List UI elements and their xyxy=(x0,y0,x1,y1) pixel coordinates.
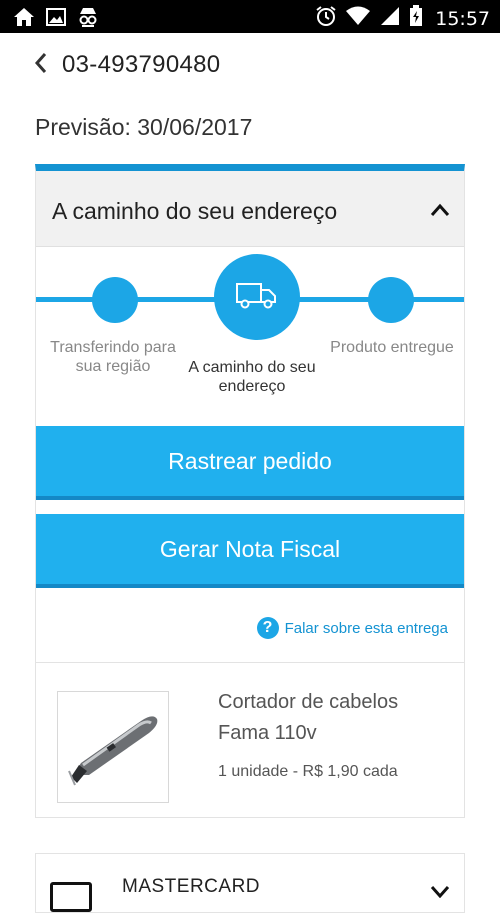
step-dot-delivered xyxy=(368,277,414,323)
status-time: 15:57 xyxy=(435,7,490,30)
track-order-button[interactable]: Rastrear pedido xyxy=(36,426,464,500)
chevron-up-icon[interactable] xyxy=(430,203,450,222)
step-label-delivered: Produto entregue xyxy=(330,339,454,356)
truck-icon xyxy=(235,280,279,315)
credit-card-icon xyxy=(50,882,92,912)
delivery-card-header[interactable]: A caminho do seu endereço xyxy=(36,171,464,247)
payment-method-label: MASTERCARD xyxy=(122,876,261,897)
divider xyxy=(36,662,464,663)
product-image[interactable] xyxy=(57,691,169,803)
step-dot-current xyxy=(214,254,300,340)
payment-card[interactable]: MASTERCARD xyxy=(35,853,465,913)
product-name: Cortador de cabelos Fama 110v xyxy=(218,691,399,744)
order-number: 03-493790480 xyxy=(62,51,221,78)
header: 03-493790480 xyxy=(34,48,220,82)
help-link[interactable]: ? Falar sobre esta entrega xyxy=(256,617,448,639)
step-label-transfer: Transferindo para sua região xyxy=(50,339,176,375)
delivery-card: A caminho do seu endereço Transferindo p… xyxy=(35,164,465,818)
home-icon xyxy=(12,6,36,33)
delivery-tracker: Transferindo para sua região A caminho d… xyxy=(36,249,464,419)
battery-icon xyxy=(409,5,423,32)
chevron-left-icon xyxy=(34,52,48,79)
question-icon: ? xyxy=(256,617,279,639)
signal-icon xyxy=(379,6,401,31)
help-link-label: Falar sobre esta entrega xyxy=(284,619,448,637)
image-icon xyxy=(46,7,66,32)
wifi-icon xyxy=(345,6,371,31)
delivery-status-title: A caminho do seu endereço xyxy=(52,198,338,224)
step-label-current: A caminho do seu endereço xyxy=(188,359,316,395)
spy-icon xyxy=(76,6,100,33)
back-button[interactable] xyxy=(34,50,58,80)
alarm-icon xyxy=(315,5,337,32)
delivery-forecast: Previsão: 30/06/2017 xyxy=(35,114,253,140)
chevron-down-icon[interactable] xyxy=(430,884,450,903)
generate-invoice-button[interactable]: Gerar Nota Fiscal xyxy=(36,514,464,588)
step-dot-transfer xyxy=(92,277,138,323)
status-bar: 15:57 xyxy=(0,0,500,33)
product-quantity-price: 1 unidade - R$ 1,90 cada xyxy=(218,763,398,780)
